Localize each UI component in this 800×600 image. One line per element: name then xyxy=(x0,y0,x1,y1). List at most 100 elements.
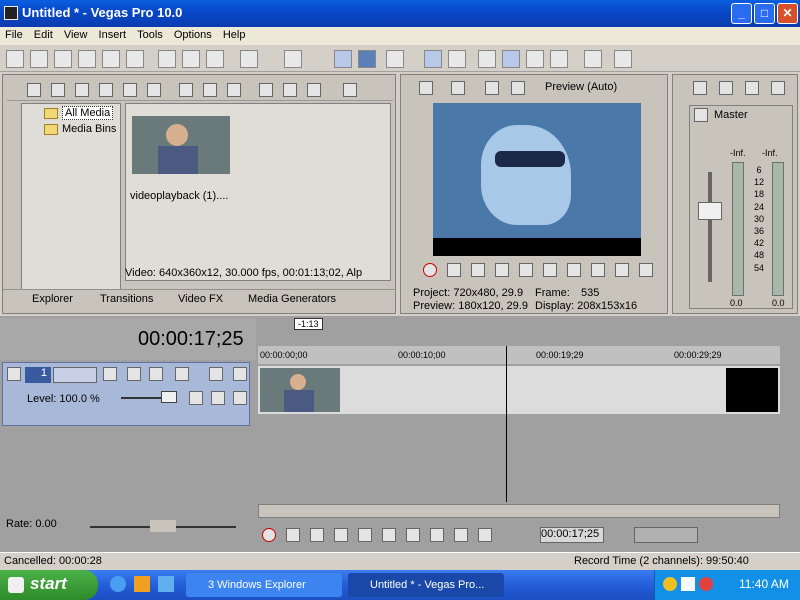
redo-icon[interactable] xyxy=(284,50,302,68)
start-button[interactable]: start xyxy=(0,570,98,600)
capture-icon[interactable] xyxy=(75,83,89,97)
menu-help[interactable]: Help xyxy=(218,27,249,41)
menu-options[interactable]: Options xyxy=(169,27,215,41)
video-event-thumbnail[interactable] xyxy=(260,368,340,412)
menu-view[interactable]: View xyxy=(59,27,91,41)
delete-icon[interactable] xyxy=(179,83,193,97)
insert-bus-icon[interactable] xyxy=(771,81,785,95)
generate-icon[interactable] xyxy=(189,391,203,405)
new-icon[interactable] xyxy=(6,50,24,68)
play-icon[interactable] xyxy=(334,528,348,542)
stop-icon[interactable] xyxy=(283,83,297,97)
video-event-end[interactable] xyxy=(726,368,778,412)
ie-icon[interactable] xyxy=(110,576,126,592)
time-ruler[interactable]: 00:00:00;00 00:00:10;00 00:00:19;29 00:0… xyxy=(258,346,780,364)
get-media-icon[interactable] xyxy=(99,83,113,97)
track-name-field[interactable] xyxy=(53,367,97,383)
normal-edit-tool-icon[interactable] xyxy=(502,50,520,68)
taskbar-vegas[interactable]: Untitled * - Vegas Pro... xyxy=(348,573,504,597)
record-icon[interactable] xyxy=(423,263,437,277)
tree-item-media-bins[interactable]: Media Bins xyxy=(62,123,116,135)
render-icon[interactable] xyxy=(102,50,120,68)
undo-icon[interactable] xyxy=(240,50,258,68)
speaker-icon[interactable] xyxy=(681,577,695,591)
track-gear-icon[interactable] xyxy=(175,367,189,381)
stop-icon[interactable] xyxy=(382,528,396,542)
security-icon[interactable] xyxy=(663,577,677,591)
quicklaunch-icon[interactable] xyxy=(134,576,150,592)
prev-frame-icon[interactable] xyxy=(615,263,629,277)
next-frame-icon[interactable] xyxy=(478,528,492,542)
save-icon[interactable] xyxy=(54,50,72,68)
pause-icon[interactable] xyxy=(358,528,372,542)
flag-icon[interactable] xyxy=(307,83,321,97)
open-icon[interactable] xyxy=(30,50,48,68)
tab-media-generators[interactable]: Media Generators xyxy=(248,293,336,305)
mixer-properties-icon[interactable] xyxy=(693,81,707,95)
next-frame-icon[interactable] xyxy=(639,263,653,277)
tab-transitions[interactable]: Transitions xyxy=(100,293,153,305)
maximize-button[interactable]: □ xyxy=(754,3,775,24)
go-to-start-icon[interactable] xyxy=(567,263,581,277)
mute-icon[interactable] xyxy=(209,367,223,381)
preview-quality-dropdown[interactable]: Preview (Auto) xyxy=(545,81,617,93)
menu-edit[interactable]: Edit xyxy=(29,27,56,41)
pause-icon[interactable] xyxy=(519,263,533,277)
up-folder-icon[interactable] xyxy=(27,83,41,97)
ignore-grouping-icon[interactable] xyxy=(448,50,466,68)
refresh-icon[interactable] xyxy=(51,83,65,97)
solo-icon[interactable] xyxy=(233,367,247,381)
auto-preview-icon[interactable] xyxy=(227,83,241,97)
menu-tools[interactable]: Tools xyxy=(132,27,166,41)
loop-icon[interactable] xyxy=(286,528,300,542)
track-collapse-icon[interactable] xyxy=(7,367,21,381)
play-icon[interactable] xyxy=(259,83,273,97)
taskbar-windows-explorer[interactable]: 3 Windows Explorer xyxy=(186,573,342,597)
dim-icon[interactable] xyxy=(745,81,759,95)
go-to-end-icon[interactable] xyxy=(591,263,605,277)
views-icon[interactable] xyxy=(343,83,357,97)
stop-icon[interactable] xyxy=(543,263,557,277)
media-thumbnail[interactable] xyxy=(132,116,230,174)
minimize-button[interactable]: _ xyxy=(731,3,752,24)
media-player-icon[interactable] xyxy=(158,576,174,592)
play-from-start-icon[interactable] xyxy=(471,263,485,277)
menu-file[interactable]: File xyxy=(0,27,26,41)
crossfade-icon[interactable] xyxy=(478,50,496,68)
zoom-edit-tool-icon[interactable] xyxy=(584,50,602,68)
selection-edit-tool-icon[interactable] xyxy=(550,50,568,68)
video-fx-icon[interactable] xyxy=(485,81,499,95)
properties-icon[interactable] xyxy=(126,50,144,68)
close-button[interactable]: ✕ xyxy=(777,3,798,24)
split-screen-icon[interactable] xyxy=(511,81,525,95)
compositing-icon[interactable] xyxy=(149,367,163,381)
compositing-child-icon[interactable] xyxy=(233,391,247,405)
selection-length-field[interactable] xyxy=(634,527,698,543)
loop-icon[interactable] xyxy=(447,263,461,277)
master-fader[interactable] xyxy=(698,202,722,220)
timeline-scrollbar[interactable] xyxy=(258,504,780,518)
video-track-lane[interactable] xyxy=(258,366,780,414)
playhead-cursor[interactable] xyxy=(506,346,507,502)
play-icon[interactable] xyxy=(495,263,509,277)
media-item-label[interactable]: videoplayback (1).... xyxy=(130,190,228,202)
save-as-icon[interactable] xyxy=(78,50,96,68)
web-icon[interactable] xyxy=(123,83,137,97)
track-fx-icon[interactable] xyxy=(127,367,141,381)
compositing-parent-icon[interactable] xyxy=(211,391,225,405)
go-to-start-icon[interactable] xyxy=(406,528,420,542)
prev-frame-icon[interactable] xyxy=(454,528,468,542)
tab-video-fx[interactable]: Video FX xyxy=(178,293,223,305)
auto-ripple-icon[interactable] xyxy=(386,50,404,68)
cut-icon[interactable] xyxy=(158,50,176,68)
help-pointer-icon[interactable] xyxy=(614,50,632,68)
track-motion-icon[interactable] xyxy=(103,367,117,381)
menu-insert[interactable]: Insert xyxy=(94,27,130,41)
record-icon[interactable] xyxy=(262,528,276,542)
go-to-end-icon[interactable] xyxy=(430,528,444,542)
envelope-edit-tool-icon[interactable] xyxy=(526,50,544,68)
level-slider[interactable] xyxy=(161,391,177,403)
transport-timecode[interactable]: 00:00:17;25 xyxy=(540,527,604,543)
lock-envelopes-icon[interactable] xyxy=(424,50,442,68)
tab-explorer[interactable]: Explorer xyxy=(32,293,73,305)
